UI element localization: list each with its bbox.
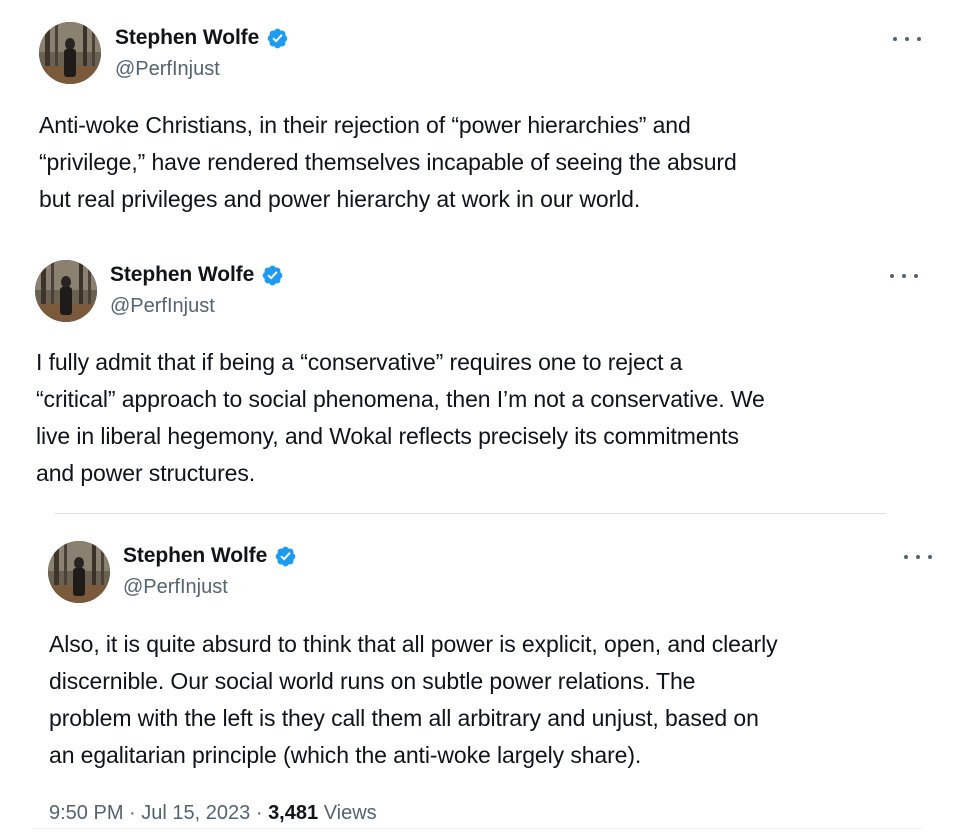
tweet-text: Anti-woke Christians, in their rejection… [39, 112, 737, 212]
tweet-3[interactable]: Stephen Wolfe @PerfInjust Also, it is qu… [0, 514, 959, 839]
more-options-icon[interactable] [893, 33, 921, 45]
more-options-icon[interactable] [904, 551, 932, 563]
avatar[interactable] [39, 22, 101, 84]
meta-separator: · [255, 802, 263, 824]
author-name[interactable]: Stephen Wolfe [110, 263, 254, 287]
avatar[interactable] [35, 260, 97, 322]
author-name-row: Stephen Wolfe [123, 544, 297, 568]
tweet-2[interactable]: Stephen Wolfe @PerfInjust I fully admit … [10, 237, 940, 512]
views-count[interactable]: 3,481 [268, 802, 318, 824]
more-options-icon[interactable] [890, 270, 918, 282]
verified-badge-icon [266, 27, 289, 50]
tweet-screenshot: Stephen Wolfe @PerfInjust Anti-woke Chri… [0, 0, 959, 839]
avatar-image [48, 541, 110, 603]
verified-badge-icon [261, 264, 284, 287]
avatar-image [39, 22, 101, 84]
author-name-row: Stephen Wolfe [115, 26, 289, 50]
divider [32, 828, 922, 829]
tweet-meta: 9:50 PM · Jul 15, 2023 · 3,481 Views [49, 802, 377, 825]
tweet-text: Also, it is quite absurd to think that a… [49, 631, 778, 768]
avatar-image [35, 260, 97, 322]
tweet-1[interactable]: Stephen Wolfe @PerfInjust Anti-woke Chri… [0, 0, 940, 236]
author-handle[interactable]: @PerfInjust [123, 576, 228, 599]
author-name[interactable]: Stephen Wolfe [115, 26, 259, 50]
verified-badge-icon [274, 545, 297, 568]
tweet-time[interactable]: 9:50 PM [49, 802, 123, 824]
views-label[interactable]: Views [324, 802, 377, 824]
author-handle[interactable]: @PerfInjust [110, 295, 215, 318]
meta-separator: · [129, 802, 136, 824]
avatar[interactable] [48, 541, 110, 603]
author-name-row: Stephen Wolfe [110, 263, 284, 287]
tweet-text: I fully admit that if being a “conservat… [36, 349, 765, 486]
author-handle[interactable]: @PerfInjust [115, 58, 220, 81]
author-name[interactable]: Stephen Wolfe [123, 544, 267, 568]
tweet-date[interactable]: Jul 15, 2023 [141, 802, 250, 824]
